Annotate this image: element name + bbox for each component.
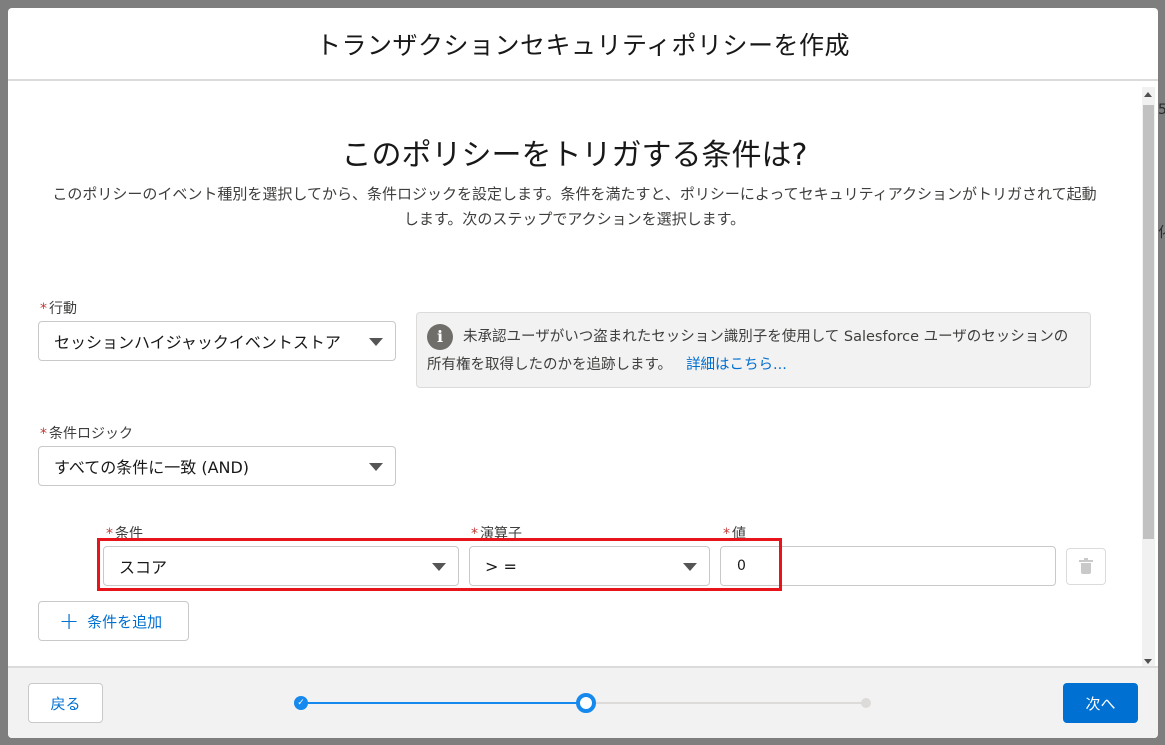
trash-icon [1079,557,1093,574]
condition-logic-select[interactable]: すべての条件に一致 (AND) [38,446,396,486]
event-label: * 行動 [40,298,77,318]
logic-label: * 条件ロジック [40,423,133,443]
progress-remaining-bar [584,702,862,704]
scroll-down-icon[interactable] [1144,659,1152,664]
event-type-value: セッションハイジャックイベントストア [54,333,341,352]
chevron-down-icon [369,338,383,346]
event-label-text: 行動 [49,301,77,317]
next-button[interactable]: 次へ [1063,683,1138,723]
step-current-indicator[interactable] [576,693,596,713]
required-mark: * [40,426,47,442]
condition-logic-value: すべての条件に一致 (AND) [54,458,250,477]
chevron-down-icon [369,463,383,471]
modal-header: トランザクションセキュリティポリシーを作成 [8,8,1158,81]
delete-condition-button[interactable] [1066,548,1106,585]
learn-more-link[interactable]: 詳細はこちら... [686,357,787,373]
background-text: 5 [1158,102,1165,118]
scrollbar[interactable] [1142,87,1155,666]
back-button[interactable]: 戻る [28,683,103,723]
scroll-up-icon[interactable] [1144,92,1152,97]
modal-title: トランザクションセキュリティポリシーを作成 [315,30,850,60]
step-description: このポリシーのイベント種別を選択してから、条件ロジックを設定します。条件を満たす… [52,185,1097,228]
event-type-select[interactable]: セッションハイジャックイベントストア [38,321,396,361]
add-condition-label: 条件を追加 [87,612,163,631]
scroll-thumb[interactable] [1143,105,1154,539]
event-info-box: i 未承認ユーザがいつ盗まれたセッション識別子を使用して Salesforce ユ… [416,312,1091,388]
add-condition-button[interactable]: + 条件を追加 [38,601,189,641]
plus-icon: + [59,607,80,635]
modal-footer: 戻る ✓ 次へ [8,666,1158,738]
step-complete-icon[interactable]: ✓ [294,696,308,710]
create-policy-modal: トランザクションセキュリティポリシーを作成 このポリシーをトリガする条件は? こ… [8,8,1158,738]
modal-body: このポリシーをトリガする条件は? このポリシーのイベント種別を選択してから、条件… [8,83,1158,666]
progress-complete-bar [304,702,584,704]
logic-label-text: 条件ロジック [49,426,133,442]
background-text: 化 [1158,222,1165,242]
required-mark: * [40,301,47,317]
info-icon: i [427,324,453,350]
step-heading: このポリシーをトリガする条件は? [341,138,808,173]
step-future-indicator [861,698,871,708]
highlight-annotation [97,538,782,591]
